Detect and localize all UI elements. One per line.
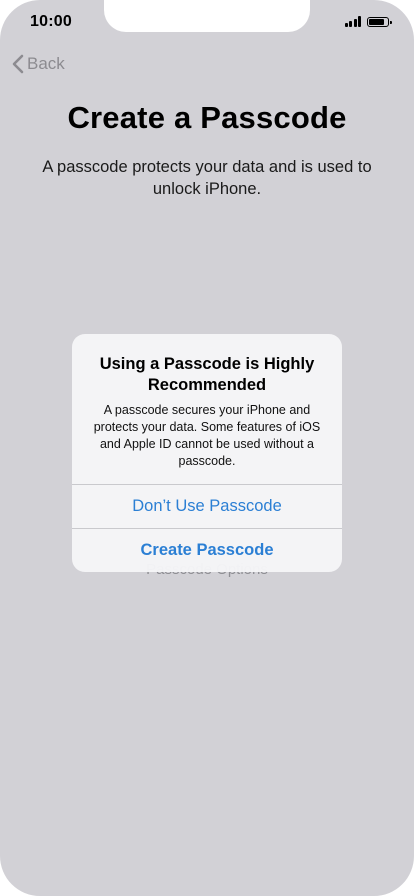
- back-label: Back: [27, 54, 65, 73]
- dont-use-passcode-button[interactable]: Don’t Use Passcode: [72, 484, 342, 528]
- page-subtitle: A passcode protects your data and is use…: [42, 158, 372, 198]
- page-title: Create a Passcode: [67, 100, 347, 135]
- screen: 10:00 Back Create a Passcode A passcode …: [0, 0, 414, 896]
- create-passcode-button[interactable]: Create Passcode: [72, 528, 342, 572]
- alert-title: Using a Passcode is Highly Recommended: [99, 355, 315, 394]
- alert-message: A passcode secures your iPhone and prote…: [93, 403, 321, 468]
- notch: [104, 0, 310, 32]
- phone-frame: 10:00 Back Create a Passcode A passcode …: [0, 0, 414, 896]
- battery-fill: [369, 19, 384, 25]
- alert-dialog: Using a Passcode is Highly Recommended A…: [72, 334, 342, 572]
- status-time: 10:00: [30, 13, 72, 30]
- status-indicators: [344, 16, 392, 27]
- battery-icon: [367, 17, 392, 27]
- chevron-left-icon: [12, 54, 24, 74]
- back-button[interactable]: Back: [12, 54, 65, 74]
- signal-icon: [344, 16, 361, 27]
